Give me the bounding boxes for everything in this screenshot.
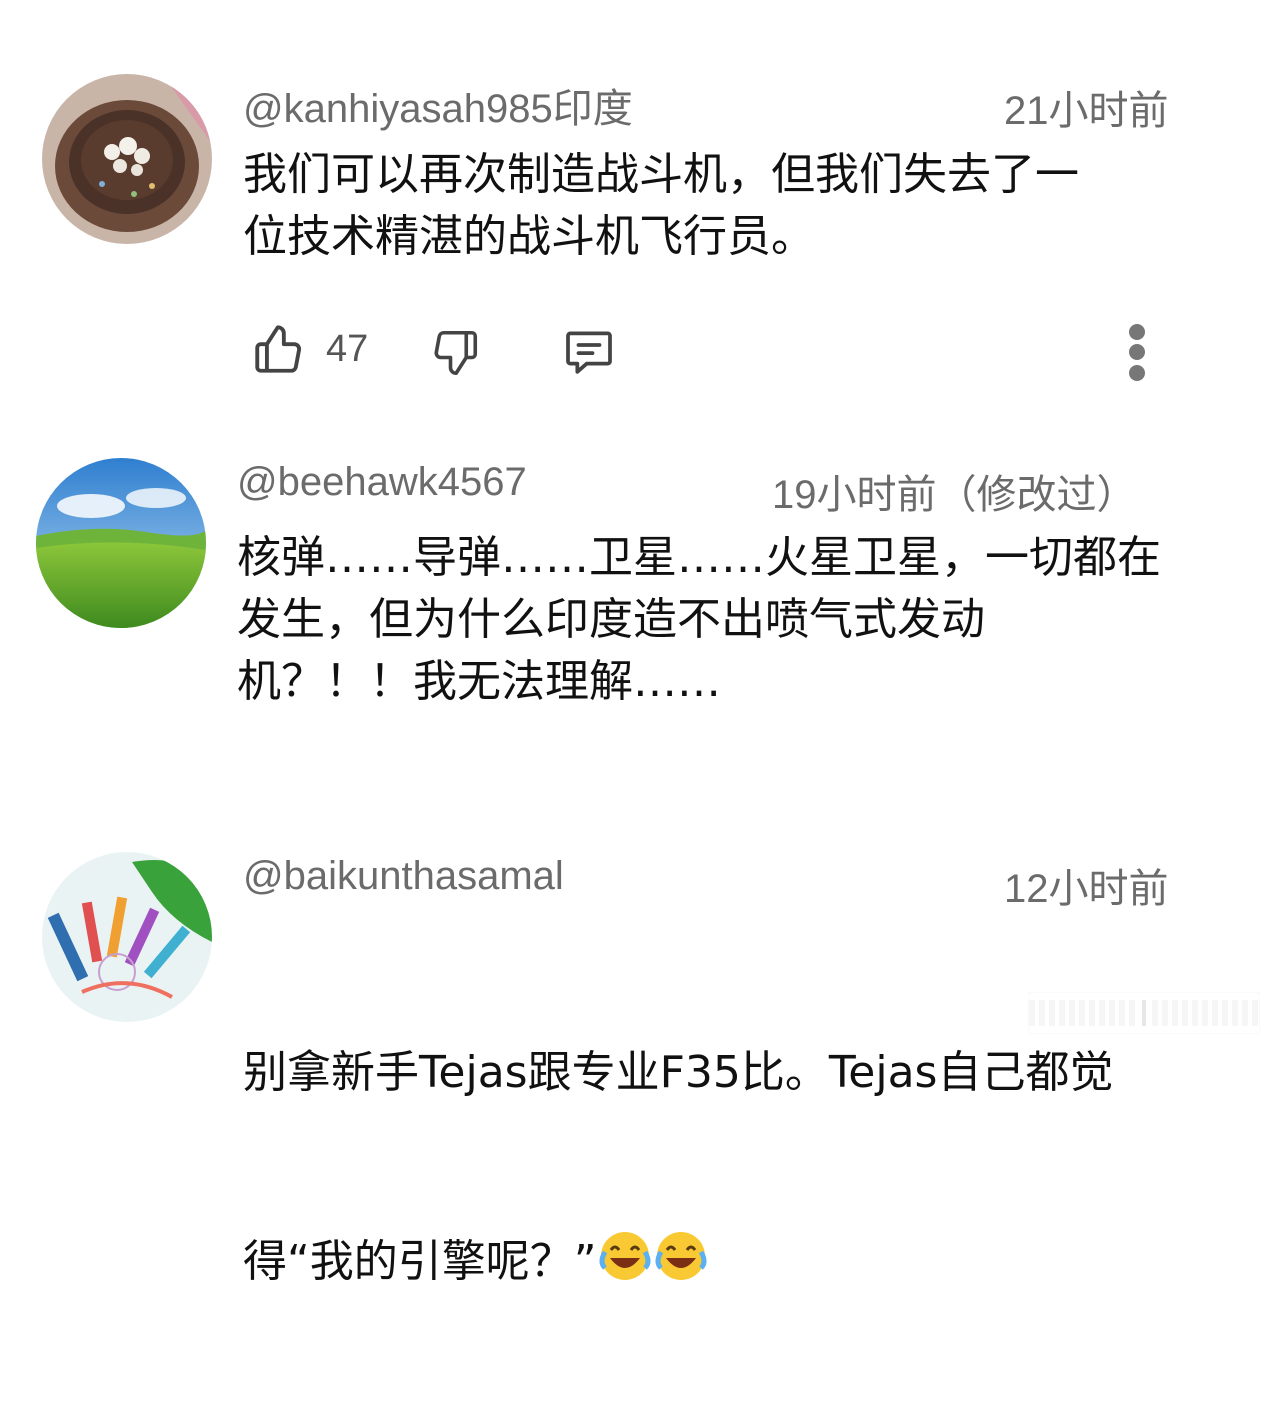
avatar[interactable] (42, 852, 212, 1022)
avatar[interactable] (36, 458, 206, 628)
comment-author[interactable]: @baikunthasamal (243, 854, 564, 899)
cake-photo-avatar (42, 74, 212, 244)
avatar[interactable] (42, 74, 212, 244)
face-with-tears-of-joy-emoji (653, 1228, 709, 1301)
comment-actions: 47 (250, 320, 1150, 380)
comment-time: 21小时前 (1004, 89, 1169, 133)
more-vertical-icon (1129, 324, 1145, 340)
like-button[interactable]: 47 (250, 320, 368, 378)
like-count: 47 (326, 327, 369, 370)
more-options-button[interactable] (1117, 322, 1157, 402)
comment-author[interactable]: @beehawk4567 (237, 460, 527, 505)
green-field-avatar (36, 458, 206, 628)
comment-time: 19小时前（修改过） (772, 473, 1137, 517)
dislike-button[interactable] (428, 324, 482, 382)
thumbs-up-icon (255, 325, 301, 373)
comment-author[interactable]: @kanhiyasah985印度 (243, 76, 633, 134)
comment-text: 我们可以再次制造战斗机，但我们失去了一 位技术精湛的战斗机飞行员。 (243, 149, 1079, 262)
comment-text-line: 别拿新手Tejas跟专业F35比。Tejas自己都觉 (243, 1047, 1114, 1098)
comment-text-line: 得“我的引擎呢？” (243, 1228, 1243, 1301)
face-with-tears-of-joy-emoji (597, 1228, 653, 1301)
comment-time: 12小时前 (1004, 867, 1169, 911)
watermark (1028, 992, 1260, 1034)
reply-comment-icon (566, 331, 612, 374)
comment-text: 核弹……导弹……卫星……火星卫星，一切都在 发生，但为什么印度造不出喷气式发动 … (237, 532, 1161, 707)
thumbs-down-icon (434, 330, 478, 376)
colored-pencils-avatar (42, 852, 212, 1022)
reply-button[interactable] (560, 324, 618, 380)
